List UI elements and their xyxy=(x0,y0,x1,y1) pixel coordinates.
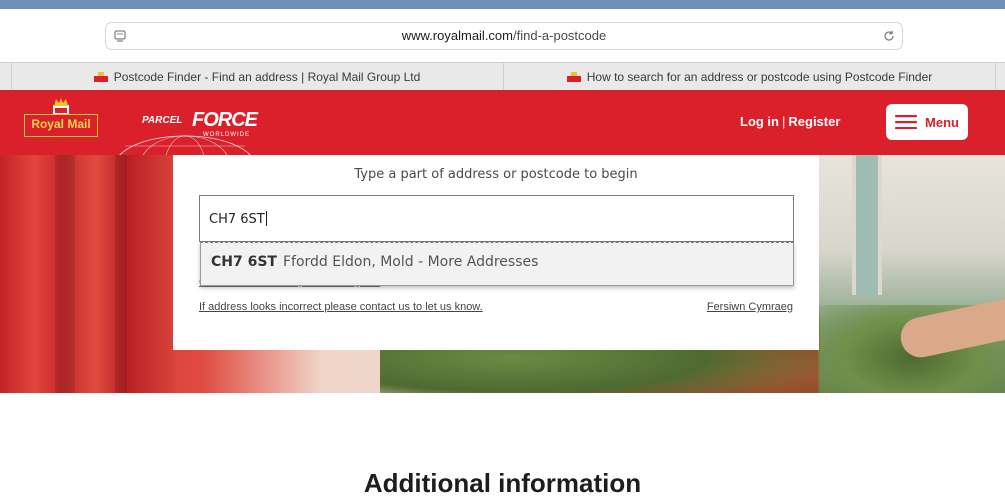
finder-prompt: Type a part of address or postcode to be… xyxy=(354,167,638,182)
tab-postcode-finder[interactable]: Postcode Finder - Find an address | Roya… xyxy=(12,63,502,91)
parcelforce-worldwide-text: WORLDWIDE xyxy=(203,132,250,138)
window-top-strip xyxy=(0,0,1005,9)
site-header: Royal Mail PARCEL FORCE WORLDWIDE Log in… xyxy=(0,90,1005,155)
royal-mail-favicon-icon xyxy=(93,72,108,82)
additional-information-heading: Additional information xyxy=(363,468,642,498)
parcelforce-parcel-text: PARCEL xyxy=(142,115,183,126)
address-search-input[interactable]: CH7 6ST xyxy=(199,195,794,242)
reload-icon[interactable] xyxy=(882,29,896,43)
text-caret xyxy=(265,211,267,226)
tab-label: How to search for an address or postcode… xyxy=(586,70,933,84)
suggestion-text: Ffordd Eldon, Mold - More Addresses xyxy=(282,254,539,270)
crown-icon xyxy=(53,98,69,115)
royal-mail-logo[interactable]: Royal Mail xyxy=(24,97,98,145)
suggestion-postcode: CH7 6ST xyxy=(211,254,277,270)
report-incorrect-link[interactable]: If address looks incorrect please contac… xyxy=(199,301,483,313)
welsh-version-link[interactable]: Fersiwn Cymraeg xyxy=(707,301,793,313)
address-suggestion-dropdown: CH7 6ST Ffordd Eldon, Mold - More Address… xyxy=(200,242,794,286)
tab-label: Postcode Finder - Find an address | Roya… xyxy=(113,70,421,84)
red-door-image xyxy=(0,155,175,393)
search-input-text: CH7 6ST xyxy=(209,212,265,227)
login-link[interactable]: Log in xyxy=(740,114,779,129)
url-host: www.royalmail.com xyxy=(401,28,513,43)
auth-separator: | xyxy=(782,114,786,129)
search-input-value: CH7 6ST xyxy=(209,211,267,227)
tab-bar: Postcode Finder - Find an address | Roya… xyxy=(0,62,1005,91)
parcelforce-logo[interactable]: PARCEL FORCE WORLDWIDE xyxy=(110,106,260,155)
browser-toolbar: www.royalmail.com/find-a-postcode xyxy=(0,9,1005,62)
address-bar[interactable]: www.royalmail.com/find-a-postcode xyxy=(105,22,903,50)
royal-mail-favicon-icon xyxy=(566,72,581,82)
url-text: www.royalmail.com/find-a-postcode xyxy=(106,28,902,43)
register-link[interactable]: Register xyxy=(788,114,840,129)
url-path: /find-a-postcode xyxy=(513,28,607,43)
parcelforce-force-text: FORCE xyxy=(192,109,258,131)
tab-how-to-search[interactable]: How to search for an address or postcode… xyxy=(503,63,996,91)
menu-label: Menu xyxy=(925,114,959,130)
window-frame-image xyxy=(852,155,882,295)
menu-button[interactable]: Menu xyxy=(886,104,968,140)
royal-mail-wordmark: Royal Mail xyxy=(31,117,91,131)
suggestion-item[interactable]: CH7 6ST Ffordd Eldon, Mold - More Address… xyxy=(211,254,538,270)
auth-links: Log in | Register xyxy=(740,114,840,129)
hamburger-icon xyxy=(895,115,918,129)
